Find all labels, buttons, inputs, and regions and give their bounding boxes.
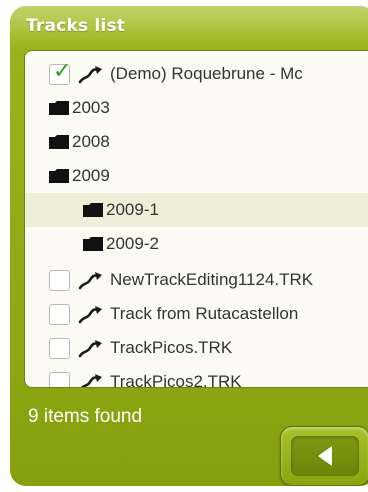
list-item-label: TrackPicos.TRK — [110, 338, 233, 357]
folder-icon — [49, 101, 69, 115]
track-checkbox[interactable] — [49, 269, 70, 291]
list-item-folder[interactable]: 2008 — [25, 125, 368, 159]
track-route-icon — [78, 66, 102, 84]
list-item-track[interactable]: TrackPicos.TRK — [25, 331, 368, 365]
checkmark-icon: ✓ — [53, 58, 72, 84]
track-checkbox[interactable] — [49, 303, 70, 325]
track-route-icon — [78, 272, 102, 290]
list-item-track[interactable]: TrackPicos2.TRK — [25, 365, 368, 388]
list-item-folder[interactable]: 2009-2 — [25, 227, 368, 261]
track-route-icon — [80, 374, 102, 387]
tracks-list-panel: Tracks list ✓ (Demo) Roquebrune - Mc 200… — [10, 6, 368, 486]
list-item-folder[interactable]: 2003 — [25, 91, 368, 125]
track-checkbox[interactable] — [49, 371, 70, 387]
list-item-label: TrackPicos2.TRK — [110, 372, 242, 388]
track-checkbox[interactable] — [49, 337, 70, 359]
folder-icon — [83, 203, 103, 217]
list-item-label: 2009-1 — [106, 200, 159, 219]
list-item-folder-selected[interactable]: 2009-1 — [25, 193, 368, 227]
list-item-track[interactable]: Track from Rutacastellon — [25, 297, 368, 331]
list-item-label: 2003 — [72, 98, 110, 117]
folder-icon — [49, 135, 69, 149]
list-item-label: 2009 — [72, 166, 110, 185]
list-item-track[interactable]: ✓ (Demo) Roquebrune - Mc — [25, 57, 368, 91]
folder-icon — [49, 169, 69, 183]
list-item-label: Track from Rutacastellon — [110, 304, 299, 323]
panel-title: Tracks list — [26, 16, 126, 36]
tracks-list[interactable]: ✓ (Demo) Roquebrune - Mc 2003 2008 2009 … — [24, 50, 368, 388]
back-arrow-icon — [318, 446, 332, 466]
track-route-icon — [78, 340, 102, 358]
list-item-label: 2009-2 — [106, 234, 159, 253]
list-item-label: (Demo) Roquebrune - Mc — [110, 64, 303, 83]
list-item-track[interactable]: NewTrackEditing1124.TRK — [25, 263, 368, 297]
folder-icon — [83, 237, 103, 251]
items-found-status: 9 items found — [28, 406, 143, 427]
track-route-icon — [78, 306, 102, 324]
list-item-folder[interactable]: 2009 — [25, 159, 368, 193]
track-checkbox[interactable]: ✓ — [49, 59, 71, 85]
back-button[interactable] — [280, 426, 368, 486]
list-item-label: 2008 — [72, 132, 110, 151]
back-button-face[interactable] — [291, 436, 359, 476]
list-item-label: NewTrackEditing1124.TRK — [110, 270, 314, 289]
